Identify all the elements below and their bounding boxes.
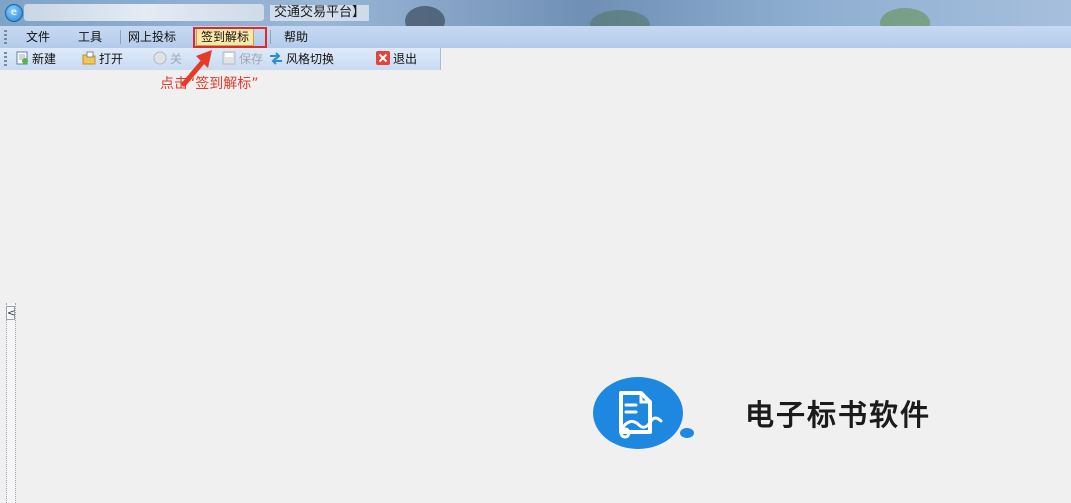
title-bar-decoration bbox=[405, 6, 445, 26]
menu-file[interactable]: 文件 bbox=[22, 28, 54, 46]
save-icon bbox=[222, 51, 236, 65]
title-bar-background bbox=[24, 4, 264, 21]
close-icon bbox=[153, 51, 167, 65]
menu-help[interactable]: 帮助 bbox=[280, 28, 312, 46]
new-button-label: 新建 bbox=[32, 52, 57, 66]
close-button[interactable]: 关 bbox=[153, 51, 182, 67]
toolbar: 新建 打开 关 保存 风格切换 退出 bbox=[0, 48, 441, 70]
open-button[interactable]: 打开 bbox=[82, 51, 123, 67]
window-title: 交通交易平台】 bbox=[270, 5, 370, 21]
menu-tools[interactable]: 工具 bbox=[74, 28, 106, 46]
open-button-label: 打开 bbox=[99, 52, 124, 66]
menu-separator bbox=[120, 30, 121, 44]
title-bar-decoration bbox=[590, 10, 650, 26]
title-bar: e 交通交易平台】 bbox=[0, 0, 1071, 26]
app-logo-icon[interactable]: e bbox=[5, 4, 23, 22]
style-switch-button[interactable]: 风格切换 bbox=[269, 51, 334, 67]
exit-x-icon bbox=[376, 51, 390, 65]
new-button[interactable]: 新建 bbox=[15, 51, 56, 67]
open-folder-icon bbox=[82, 51, 96, 65]
style-switch-label: 风格切换 bbox=[286, 52, 335, 66]
menu-bar: 文件 工具 网上投标 签到解标 帮助 bbox=[0, 26, 1071, 48]
collapse-button[interactable]: < bbox=[6, 306, 15, 320]
new-doc-icon bbox=[16, 51, 28, 65]
exit-button-label: 退出 bbox=[393, 52, 418, 66]
logo-text: 电子标书软件 bbox=[745, 398, 932, 432]
toolbar-grip[interactable] bbox=[4, 52, 7, 66]
menu-online-bid[interactable]: 网上投标 bbox=[124, 28, 180, 46]
save-button[interactable]: 保存 bbox=[222, 51, 263, 67]
title-bar-decoration bbox=[880, 8, 930, 26]
save-button-label: 保存 bbox=[239, 52, 264, 66]
document-logo-icon bbox=[593, 377, 694, 449]
annotation-text: 点击“签到解标” bbox=[160, 76, 259, 92]
menu-separator bbox=[270, 30, 271, 44]
swap-arrows-icon bbox=[270, 52, 282, 65]
menu-highlight-box bbox=[193, 27, 267, 48]
exit-button[interactable]: 退出 bbox=[376, 51, 417, 67]
side-panel-splitter[interactable] bbox=[6, 303, 16, 503]
menu-grip[interactable] bbox=[4, 30, 7, 44]
